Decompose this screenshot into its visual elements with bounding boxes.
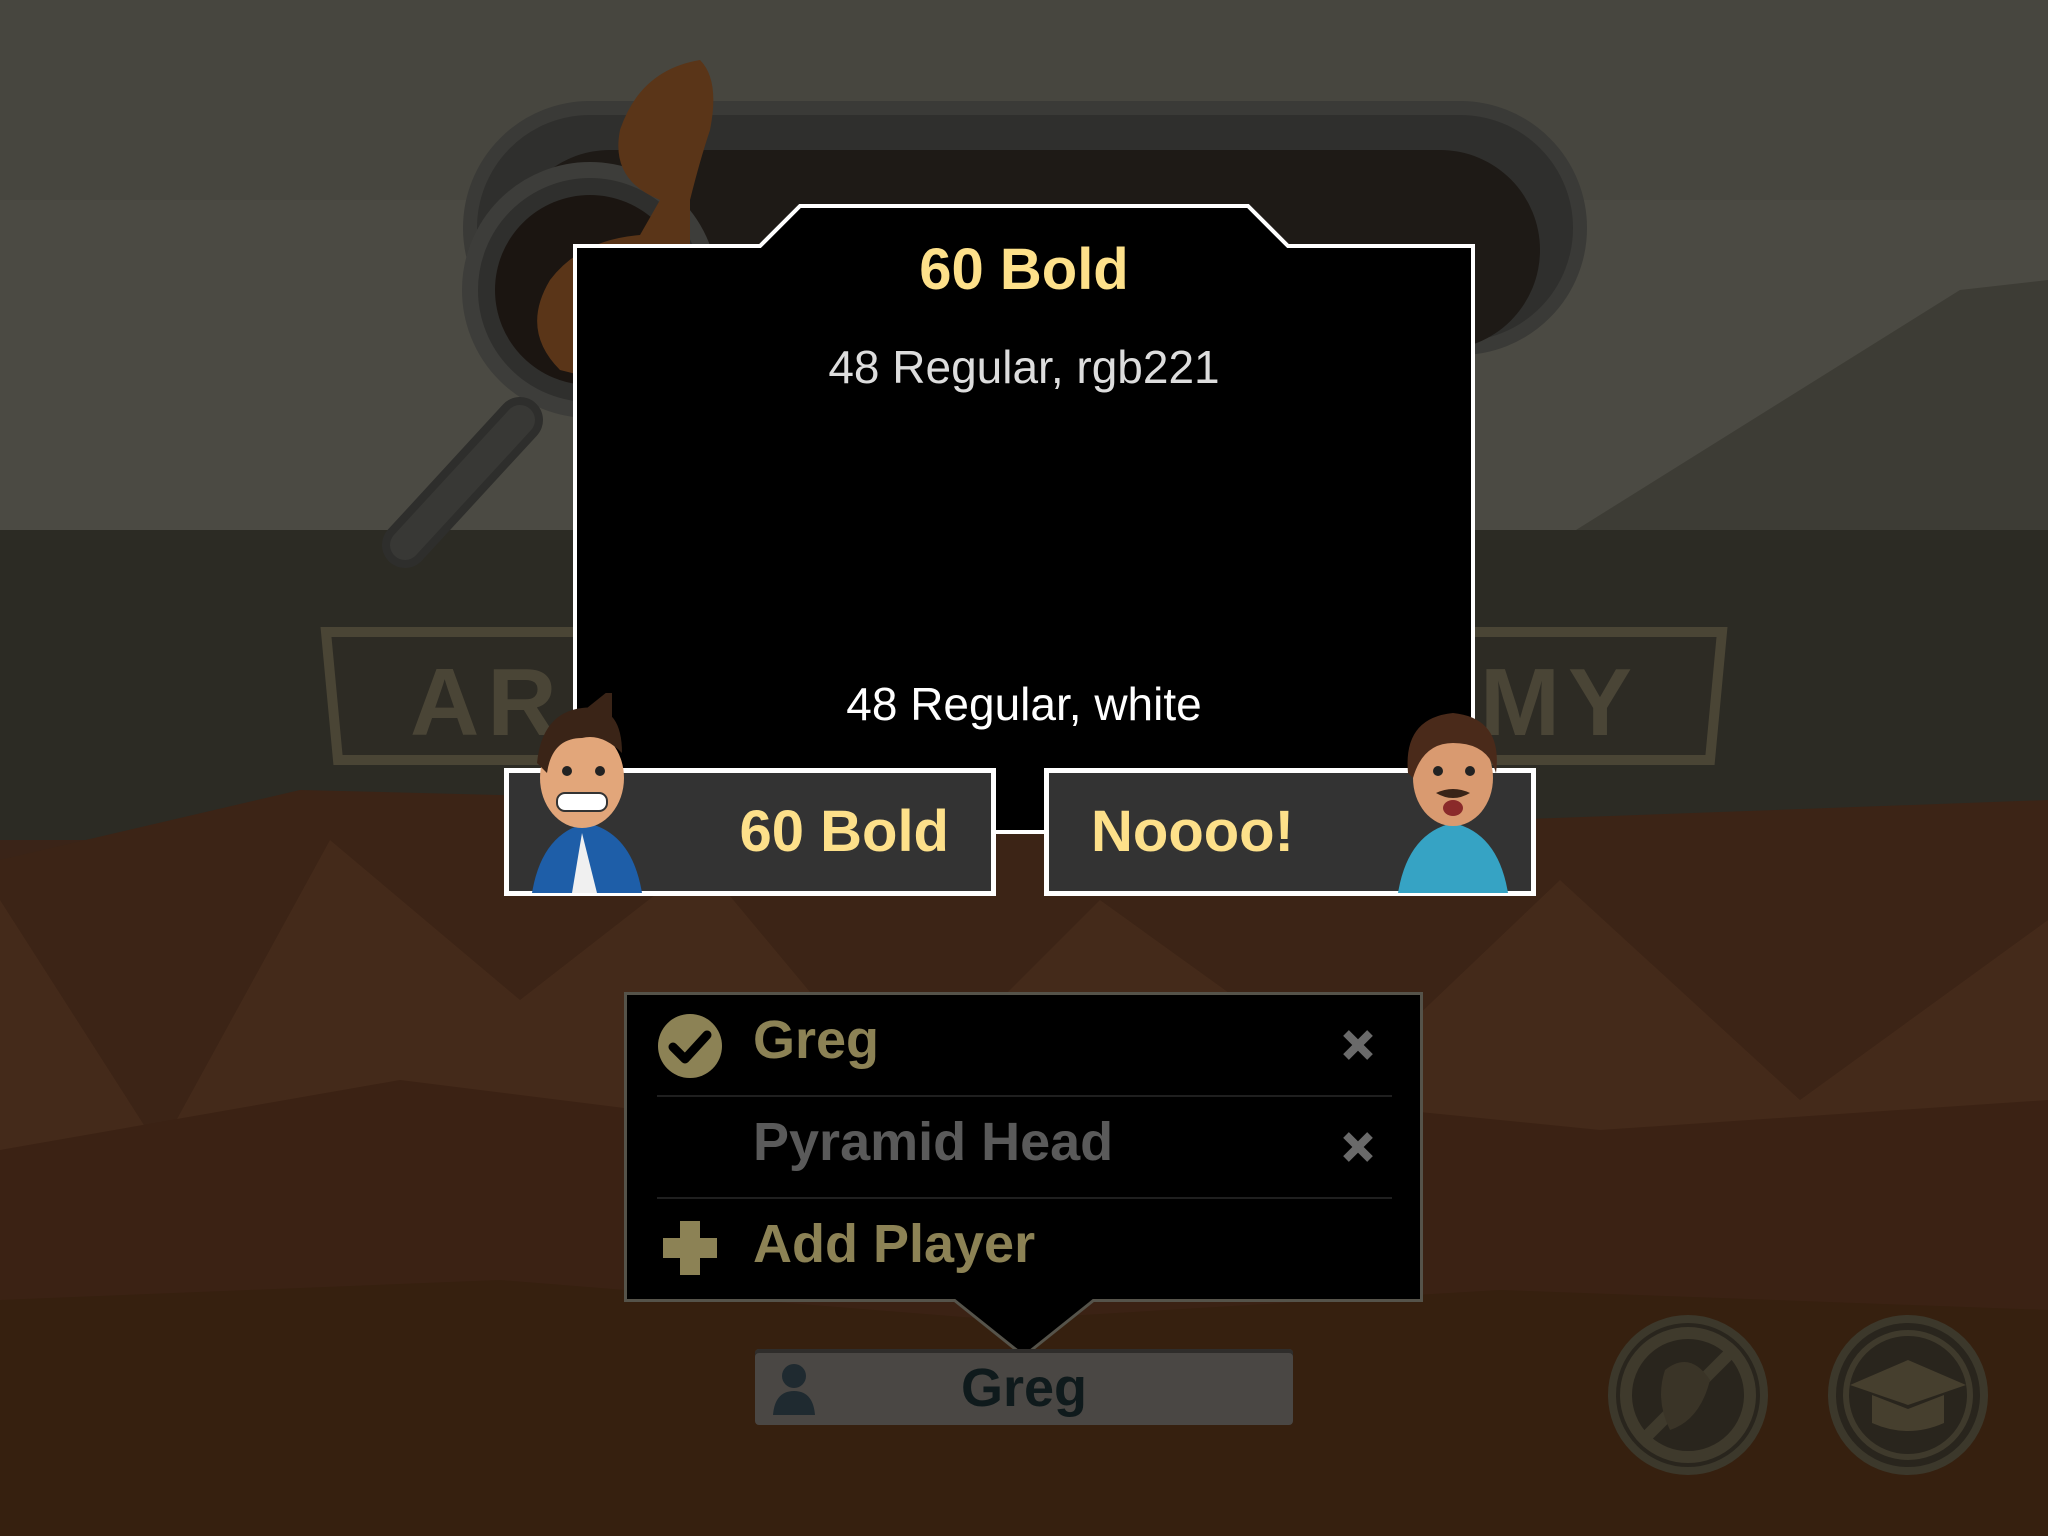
player-row-pyramid-head[interactable]: Pyramid Head bbox=[657, 1097, 1392, 1199]
character-avatar-scientist bbox=[1398, 713, 1508, 893]
choice-button-left[interactable]: 60 Bold bbox=[504, 693, 996, 896]
add-player-button[interactable]: Add Player bbox=[657, 1199, 1392, 1299]
dialog-body: 48 Regular, white bbox=[846, 678, 1202, 730]
remove-player-icon[interactable] bbox=[1338, 1025, 1378, 1065]
music-muted-button[interactable] bbox=[1610, 1316, 1766, 1472]
current-player-button[interactable]: Greg bbox=[755, 1349, 1293, 1425]
player-row-greg[interactable]: Greg bbox=[657, 995, 1392, 1097]
player-name-greg: Greg bbox=[753, 1010, 880, 1070]
player-list-popup: Greg Pyramid Head Add Player bbox=[624, 992, 1423, 1302]
choice-right-label: Noooo! bbox=[1091, 799, 1294, 864]
remove-player-icon[interactable] bbox=[1338, 1127, 1378, 1167]
academy-button[interactable] bbox=[1830, 1316, 1986, 1472]
add-player-label: Add Player bbox=[753, 1214, 1036, 1274]
character-avatar-boy bbox=[532, 693, 642, 893]
choice-button-right[interactable]: Noooo! bbox=[1044, 713, 1536, 896]
plus-icon bbox=[663, 1221, 717, 1275]
choice-left-label: 60 Bold bbox=[739, 799, 950, 864]
dialog-title: 60 Bold bbox=[919, 237, 1129, 302]
current-player-name: Greg bbox=[960, 1358, 1088, 1418]
player-name-pyramid-head: Pyramid Head bbox=[753, 1112, 1114, 1172]
checkmark-icon bbox=[658, 1014, 722, 1078]
dialog-subtitle: 48 Regular, rgb221 bbox=[828, 341, 1220, 393]
